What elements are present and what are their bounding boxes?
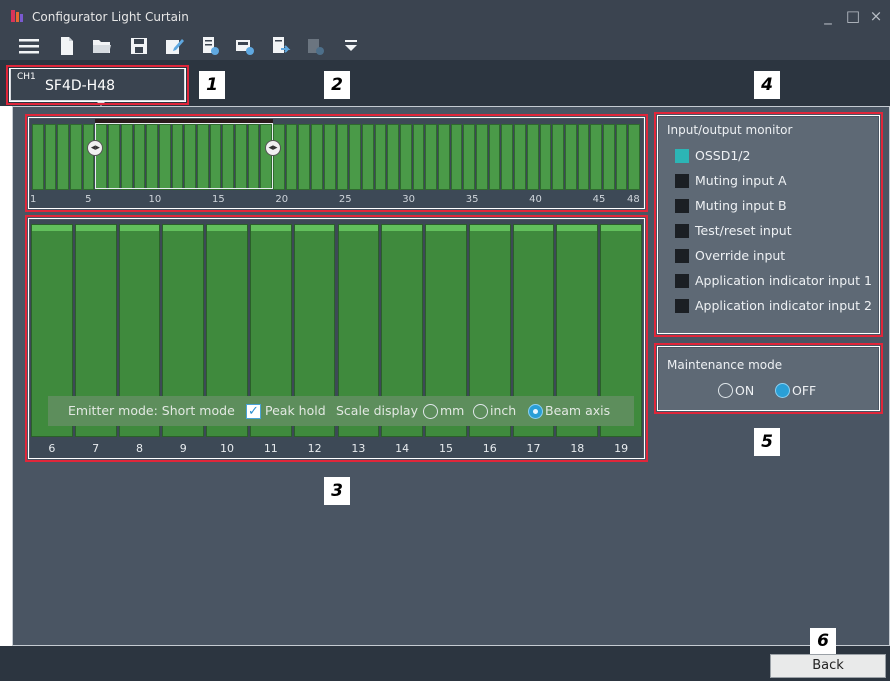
footer-bar	[0, 646, 890, 681]
export-icon[interactable]	[269, 35, 291, 57]
callout-box-beams	[25, 215, 648, 462]
new-file-icon[interactable]	[56, 35, 78, 57]
edit-icon[interactable]	[163, 35, 185, 57]
disabled-tool-icon	[308, 39, 324, 55]
window-title: Configurator Light Curtain	[32, 10, 189, 24]
configurator-window: Configurator Light Curtain _ □ × CH1 SF4…	[0, 0, 890, 681]
toolbar	[0, 32, 890, 60]
save-icon[interactable]	[128, 35, 150, 57]
callout-3: 3	[324, 477, 350, 505]
app-logo-icon	[11, 10, 23, 22]
menu-icon[interactable]	[18, 35, 40, 57]
title-bar: Configurator Light Curtain _ □ ×	[0, 0, 890, 32]
callout-5: 5	[754, 428, 780, 456]
report-icon[interactable]	[199, 35, 221, 57]
callout-1: 1	[199, 71, 225, 99]
callout-6: 6	[810, 628, 836, 654]
open-folder-icon[interactable]	[91, 35, 113, 57]
dropdown-arrow-icon[interactable]	[340, 35, 362, 57]
minimize-button[interactable]: _	[818, 6, 838, 26]
callout-box-overview	[25, 114, 648, 212]
close-button[interactable]: ×	[866, 6, 886, 26]
back-button[interactable]: Back	[770, 654, 886, 678]
callout-box-maintenance	[654, 343, 883, 414]
callout-box-io	[654, 112, 883, 337]
maximize-button[interactable]: □	[843, 6, 863, 26]
callout-2: 2	[324, 71, 350, 99]
device-info-icon[interactable]	[234, 35, 256, 57]
callout-box-channel	[6, 65, 189, 105]
callout-4: 4	[754, 71, 780, 99]
